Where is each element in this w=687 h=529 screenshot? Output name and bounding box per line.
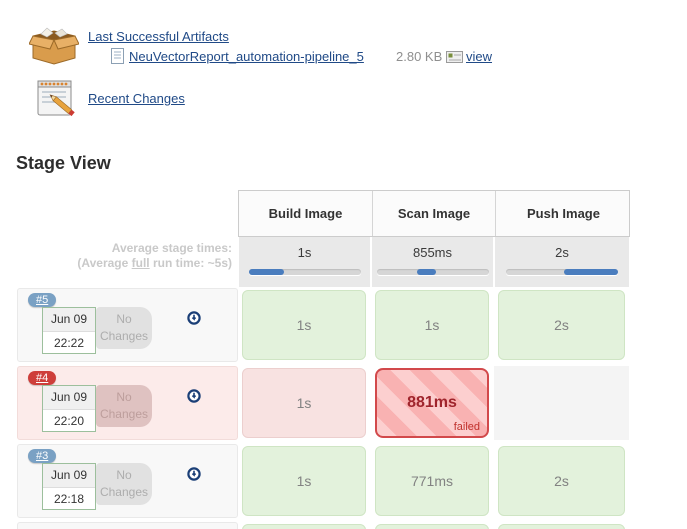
stage-header-scan-image: Scan Image bbox=[372, 191, 495, 236]
artifact-file-link[interactable]: NeuVectorReport_automation-pipeline_5 bbox=[129, 49, 364, 64]
last-successful-artifacts-link[interactable]: Last Successful Artifacts bbox=[88, 29, 229, 44]
stage-cell-run5-push[interactable]: 2s bbox=[498, 290, 625, 360]
recent-changes-link[interactable]: Recent Changes bbox=[88, 91, 185, 106]
stage-cell-run3-scan[interactable]: 771ms bbox=[375, 446, 489, 516]
average-bar-push bbox=[506, 269, 618, 275]
average-bar-scan bbox=[377, 269, 489, 275]
recent-changes-icon bbox=[35, 77, 79, 117]
stage-cell-run5-scan[interactable]: 1s bbox=[375, 290, 489, 360]
average-cell-scan: 855ms bbox=[372, 237, 493, 287]
run-badge-3[interactable]: #3 bbox=[28, 449, 56, 463]
artifact-view-link[interactable]: view bbox=[466, 49, 492, 64]
stage-header-row: Build Image Scan Image Push Image bbox=[238, 190, 630, 237]
average-time-push: 2s bbox=[495, 245, 629, 260]
average-time-build: 1s bbox=[239, 245, 370, 260]
stage-cell-partial-push[interactable] bbox=[498, 524, 625, 529]
run-datetime-4[interactable]: Jun 09 22:20 bbox=[42, 385, 96, 432]
average-cell-push: 2s bbox=[495, 237, 629, 287]
no-changes-label: NoChanges bbox=[96, 307, 152, 349]
average-time-scan: 855ms bbox=[372, 245, 493, 260]
average-stage-times-label: Average stage times: (Average full run t… bbox=[0, 241, 232, 271]
run-row-4-card: #4 Jun 09 22:20 NoChanges bbox=[17, 366, 238, 440]
average-bar-build bbox=[249, 269, 361, 275]
run-row-3-card: #3 Jun 09 22:18 NoChanges bbox=[17, 444, 238, 518]
stage-cell-run4-scan-failed[interactable]: 881ms failed bbox=[375, 368, 489, 438]
stage-cell-run3-push[interactable]: 2s bbox=[498, 446, 625, 516]
fingerprint-icon bbox=[446, 51, 463, 63]
run-badge-5[interactable]: #5 bbox=[28, 293, 56, 307]
stage-cell-partial-build[interactable] bbox=[242, 524, 366, 529]
run-datetime-3[interactable]: Jun 09 22:18 bbox=[42, 463, 96, 510]
stage-cell-run3-build[interactable]: 1s bbox=[242, 446, 366, 516]
stage-cell-run5-build[interactable]: 1s bbox=[242, 290, 366, 360]
stage-header-push-image: Push Image bbox=[495, 191, 631, 236]
changes-clock-icon bbox=[187, 389, 201, 403]
no-changes-label: NoChanges bbox=[96, 463, 152, 505]
failed-label: failed bbox=[454, 421, 480, 433]
artifact-file-size: 2.80 KB bbox=[396, 49, 442, 64]
run-row-partial-card bbox=[17, 522, 238, 529]
artifact-file-icon bbox=[111, 48, 124, 64]
package-icon bbox=[29, 24, 79, 66]
stage-cell-run4-build[interactable]: 1s bbox=[242, 368, 366, 438]
stage-cell-partial-scan[interactable] bbox=[375, 524, 489, 529]
stage-header-build-image: Build Image bbox=[239, 191, 372, 236]
stage-cell-run4-push-empty bbox=[494, 366, 629, 440]
changes-clock-icon bbox=[187, 467, 201, 481]
changes-clock-icon bbox=[187, 311, 201, 325]
page-title: Stage View bbox=[16, 153, 111, 174]
average-cell-build: 1s bbox=[239, 237, 370, 287]
no-changes-label: NoChanges bbox=[96, 385, 152, 427]
run-badge-4[interactable]: #4 bbox=[28, 371, 56, 385]
run-datetime-5[interactable]: Jun 09 22:22 bbox=[42, 307, 96, 354]
run-row-5-card: #5 Jun 09 22:22 NoChanges bbox=[17, 288, 238, 362]
